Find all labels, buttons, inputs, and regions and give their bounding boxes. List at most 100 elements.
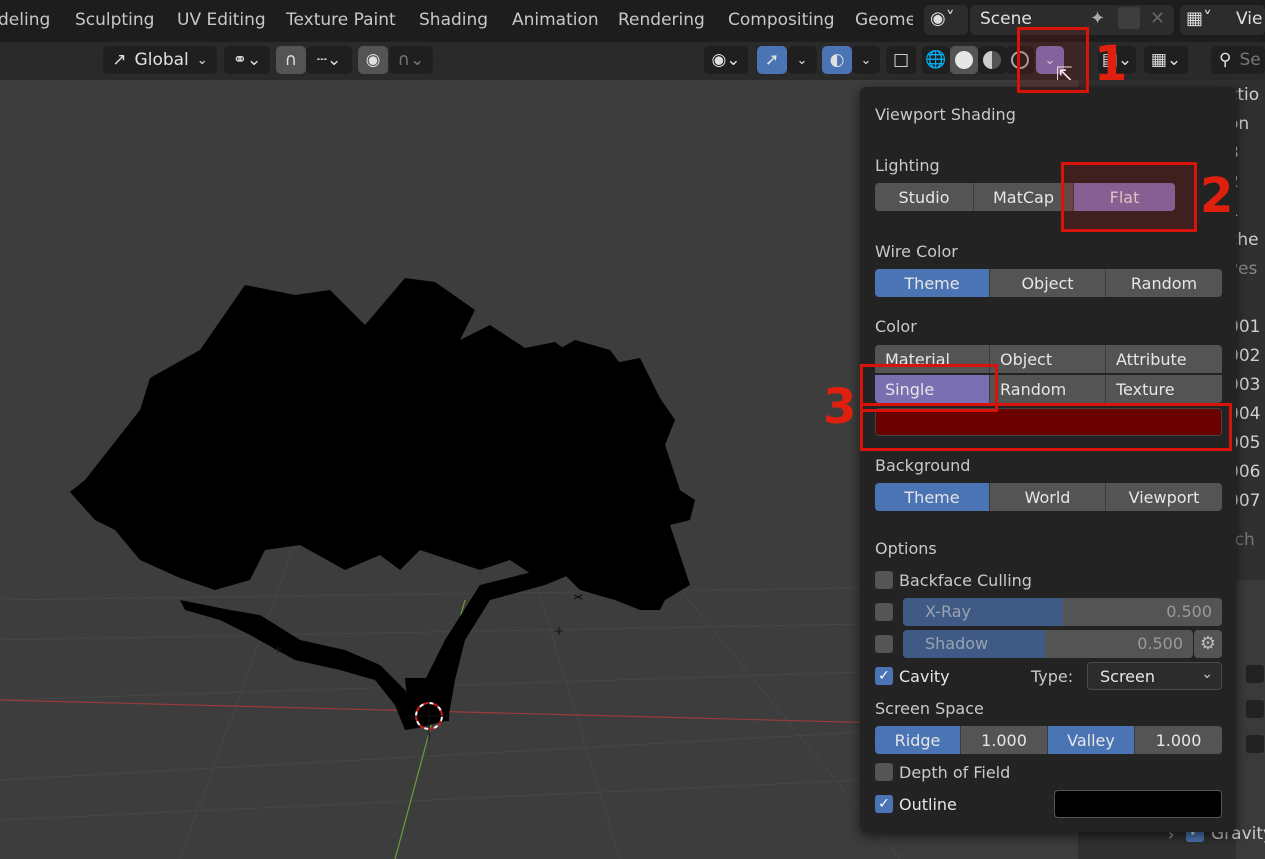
cavity-type-label: Type: bbox=[1031, 667, 1074, 686]
view-layer-selector[interactable]: ▦˅ Vie bbox=[1180, 5, 1265, 35]
snap-toggle[interactable]: ∩ bbox=[276, 46, 306, 74]
xray-toggle[interactable]: □ bbox=[886, 46, 916, 74]
lighting-label: Lighting bbox=[875, 156, 940, 175]
magnet-icon: ∩ bbox=[284, 50, 298, 70]
xray-slider-label: X-Ray bbox=[925, 602, 971, 621]
solid-shading-button[interactable] bbox=[950, 46, 978, 74]
tab-animation[interactable]: Animation bbox=[512, 10, 599, 30]
visibility-dropdown[interactable]: ◉⌄ bbox=[704, 46, 748, 74]
cavity-type-value: Screen bbox=[1100, 667, 1156, 686]
background-viewport-button[interactable]: Viewport bbox=[1106, 483, 1222, 511]
tab-geometry-nodes[interactable]: Geomet bbox=[855, 10, 913, 30]
snap-increment-icon: ┄⌄ bbox=[316, 50, 342, 70]
cavity-label: Cavity bbox=[899, 667, 950, 686]
material-preview-button[interactable] bbox=[978, 46, 1006, 74]
empty-markers bbox=[274, 594, 583, 653]
tab-modeling[interactable]: deling bbox=[0, 10, 50, 30]
properties-tabs bbox=[1236, 580, 1265, 859]
scene-browse-button[interactable]: ◉˅ bbox=[924, 5, 968, 35]
search-placeholder: Se bbox=[1239, 50, 1261, 70]
valley-label[interactable]: Valley bbox=[1048, 726, 1135, 754]
xray-icon: □ bbox=[892, 50, 910, 70]
image-icon: ▦˅ bbox=[1186, 8, 1213, 29]
scene-name: Scene bbox=[980, 9, 1032, 29]
tab-texture-paint[interactable]: Texture Paint bbox=[286, 10, 396, 30]
new-scene-icon[interactable] bbox=[1118, 7, 1140, 29]
xray-alpha-slider[interactable]: X-Ray 0.500 bbox=[903, 598, 1222, 626]
annotation-number-2: 2 bbox=[1200, 168, 1234, 224]
lighting-matcap-button[interactable]: MatCap bbox=[974, 183, 1074, 211]
material-sphere-icon bbox=[983, 51, 1001, 69]
tab-rendering[interactable]: Rendering bbox=[618, 10, 705, 30]
shadow-slider[interactable]: Shadow 0.500 bbox=[903, 630, 1193, 658]
wire-color-random-button[interactable]: Random bbox=[1106, 269, 1222, 297]
wire-color-theme-button[interactable]: Theme bbox=[875, 269, 990, 297]
proportional-edit-icon: ◉ bbox=[365, 50, 381, 70]
outline-color-swatch[interactable] bbox=[1054, 790, 1222, 818]
tab-compositing[interactable]: Compositing bbox=[728, 10, 835, 30]
cavity-checkbox[interactable]: ✓ bbox=[875, 667, 893, 685]
search-icon: ⚲ bbox=[1219, 50, 1232, 70]
tool-icon[interactable] bbox=[1246, 735, 1264, 753]
display-mode-dropdown[interactable]: ▦⌄ bbox=[1144, 46, 1188, 74]
ridge-value-field[interactable]: 1.000 bbox=[961, 726, 1048, 754]
color-random-button[interactable]: Random bbox=[990, 375, 1106, 403]
orientation-label: Global bbox=[134, 50, 189, 70]
falloff-icon: ∩⌄ bbox=[397, 50, 425, 70]
options-label: Options bbox=[875, 539, 937, 558]
tool-icon[interactable] bbox=[1246, 665, 1264, 683]
eye-icon: ◉⌄ bbox=[711, 50, 741, 70]
chevron-down-icon: ⌄ bbox=[196, 52, 208, 68]
xray-checkbox[interactable] bbox=[875, 603, 893, 621]
wireframe-sphere-icon: 🌐 bbox=[925, 50, 947, 70]
overlays-icon: ◐ bbox=[829, 50, 845, 70]
color-attribute-button[interactable]: Attribute bbox=[1106, 345, 1222, 373]
color-texture-button[interactable]: Texture bbox=[1106, 375, 1222, 403]
gizmo-toggle[interactable]: ➚ bbox=[757, 46, 787, 74]
depth-of-field-checkbox[interactable] bbox=[875, 763, 893, 781]
wireframe-shading-button[interactable]: 🌐 bbox=[922, 46, 950, 74]
tab-shading[interactable]: Shading bbox=[419, 10, 488, 30]
backface-culling-label: Backface Culling bbox=[899, 571, 1032, 590]
gizmo-icon: ➚ bbox=[764, 50, 780, 70]
chevron-down-icon: ⌄ bbox=[1201, 666, 1213, 682]
valley-value-field[interactable]: 1.000 bbox=[1135, 726, 1222, 754]
wire-color-selector: Theme Object Random bbox=[875, 269, 1222, 297]
ridge-label[interactable]: Ridge bbox=[875, 726, 961, 754]
color-object-button[interactable]: Object bbox=[990, 345, 1106, 373]
background-theme-button[interactable]: Theme bbox=[875, 483, 990, 511]
background-label: Background bbox=[875, 456, 971, 475]
cavity-type-dropdown[interactable]: Screen ⌄ bbox=[1087, 662, 1222, 690]
annotation-box-3b bbox=[860, 403, 1232, 451]
gizmo-dropdown[interactable]: ⌄ bbox=[787, 46, 817, 74]
shadow-checkbox[interactable] bbox=[875, 635, 893, 653]
close-icon[interactable]: ✕ bbox=[1150, 8, 1165, 29]
outline-checkbox[interactable]: ✓ bbox=[875, 795, 893, 813]
background-world-button[interactable]: World bbox=[990, 483, 1106, 511]
snap-target-dropdown[interactable]: ┄⌄ bbox=[306, 46, 352, 74]
tab-uv-editing[interactable]: UV Editing bbox=[177, 10, 266, 30]
image-icon: ▦⌄ bbox=[1150, 50, 1182, 70]
falloff-dropdown[interactable]: ∩⌄ bbox=[389, 46, 433, 74]
backface-culling-checkbox[interactable] bbox=[875, 571, 893, 589]
overlays-dropdown[interactable]: ⌄ bbox=[852, 46, 880, 74]
tool-icon[interactable] bbox=[1246, 700, 1264, 718]
overlays-toggle[interactable]: ◐ bbox=[822, 46, 852, 74]
gear-icon[interactable]: ⚙ bbox=[1194, 630, 1222, 658]
wire-color-object-button[interactable]: Object bbox=[990, 269, 1106, 297]
scene-icon: ◉˅ bbox=[930, 8, 955, 29]
outline-label: Outline bbox=[899, 795, 957, 814]
outliner-search-field[interactable]: ⚲ Se bbox=[1211, 46, 1265, 74]
tab-sculpting[interactable]: Sculpting bbox=[75, 10, 154, 30]
view-layer-name: Vie bbox=[1236, 9, 1263, 29]
chevron-down-icon: ⌄ bbox=[796, 52, 808, 68]
proportional-edit-toggle[interactable]: ◉ bbox=[358, 46, 388, 74]
pivot-icon: ⚭⌄ bbox=[232, 50, 262, 70]
shadow-slider-label: Shadow bbox=[925, 634, 989, 653]
pivot-point-dropdown[interactable]: ⚭⌄ bbox=[224, 46, 270, 74]
orientation-icon: ↗ bbox=[112, 50, 127, 70]
transform-orientation-dropdown[interactable]: ↗ Global ⌄ bbox=[103, 46, 217, 74]
tree-object[interactable] bbox=[70, 278, 695, 730]
lighting-studio-button[interactable]: Studio bbox=[875, 183, 974, 211]
pin-icon[interactable]: ✦ bbox=[1090, 8, 1105, 29]
